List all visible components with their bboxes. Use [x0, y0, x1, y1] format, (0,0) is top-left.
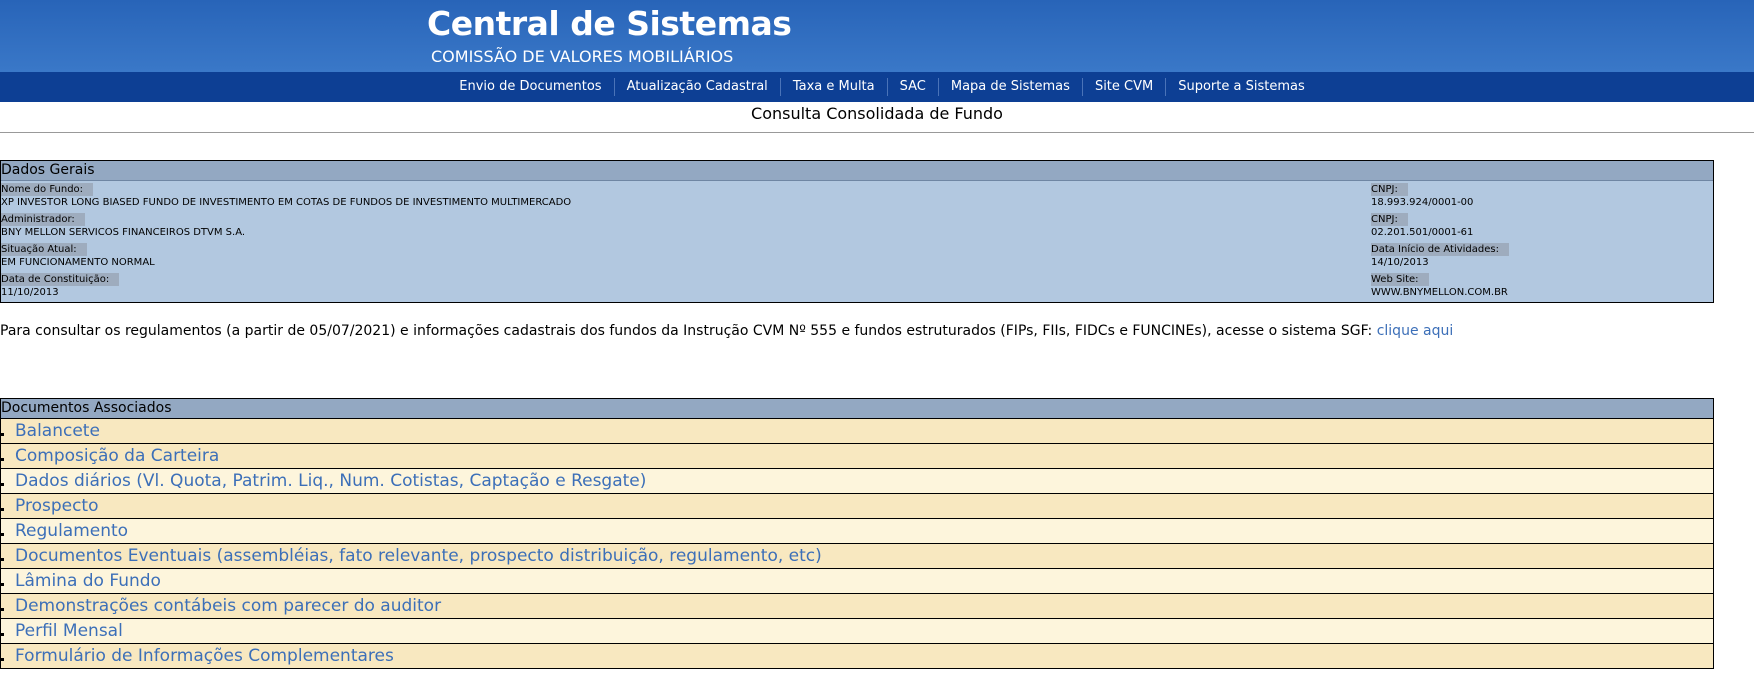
page-title: Consulta Consolidada de Fundo: [751, 104, 1003, 123]
cnpj-admin-value: 02.201.501/0001-61: [1371, 227, 1474, 238]
doc-row: Demonstrações contábeis com parecer do a…: [1, 594, 1713, 619]
doc-link-balancete[interactable]: Balancete: [15, 419, 100, 443]
situacao-label: Situação Atual:: [1, 243, 87, 256]
inicio-atividades-label: Data Início de Atividades:: [1371, 243, 1509, 256]
constituicao-label: Data de Constituição:: [1, 273, 120, 286]
nav-atualizacao-cadastral[interactable]: Atualização Cadastral: [613, 78, 780, 96]
nav-mapa-sistemas[interactable]: Mapa de Sistemas: [937, 78, 1082, 96]
sgf-info-text: Para consultar os regulamentos (a partir…: [0, 323, 1377, 339]
website-value[interactable]: WWW.BNYMELLON.COM.BR: [1371, 286, 1508, 299]
field-cnpj-admin: CNPJ: 02.201.501/0001-61: [1371, 213, 1473, 239]
site-title: Central de Sistemas: [427, 4, 792, 43]
doc-link-lamina-fundo[interactable]: Lâmina do Fundo: [15, 569, 161, 593]
doc-row: Perfil Mensal: [1, 619, 1713, 644]
doc-row: Documentos Eventuais (assembléias, fato …: [1, 544, 1713, 569]
bullet-icon: [1, 483, 4, 486]
nav-taxa-multa[interactable]: Taxa e Multa: [779, 78, 887, 96]
doc-link-demonstracoes-contabeis[interactable]: Demonstrações contábeis com parecer do a…: [15, 594, 441, 618]
nav-sac[interactable]: SAC: [886, 78, 938, 96]
doc-link-dados-diarios[interactable]: Dados diários (Vl. Quota, Patrim. Liq., …: [15, 469, 646, 493]
bullet-icon: [1, 558, 4, 561]
doc-row: Composição da Carteira: [1, 444, 1713, 469]
bullet-icon: [1, 433, 4, 436]
inicio-atividades-value: 14/10/2013: [1371, 257, 1429, 268]
field-situacao: Situação Atual: EM FUNCIONAMENTO NORMAL: [1, 243, 155, 269]
bullet-icon: [1, 608, 4, 611]
doc-row: Lâmina do Fundo: [1, 569, 1713, 594]
doc-row: Balancete: [1, 419, 1713, 444]
sgf-link[interactable]: clique aqui: [1377, 323, 1454, 339]
nome-fundo-value: XP INVESTOR LONG BIASED FUNDO DE INVESTI…: [1, 197, 572, 208]
doc-row: Regulamento: [1, 519, 1713, 544]
documentos-heading: Documentos Associados: [1, 399, 1713, 419]
situacao-value: EM FUNCIONAMENTO NORMAL: [1, 257, 155, 268]
doc-row: Dados diários (Vl. Quota, Patrim. Liq., …: [1, 469, 1713, 494]
nome-fundo-label: Nome do Fundo:: [1, 183, 94, 196]
header-banner: Central de Sistemas COMISSÃO DE VALORES …: [0, 0, 1754, 72]
top-nav: Envio de Documentos Atualização Cadastra…: [0, 72, 1754, 102]
bullet-icon: [1, 658, 4, 661]
dados-gerais-heading: Dados Gerais: [1, 161, 1713, 181]
administrador-label: Administrador:: [1, 213, 85, 226]
administrador-value: BNY MELLON SERVICOS FINANCEIROS DTVM S.A…: [1, 227, 246, 238]
field-constituicao: Data de Constituição: 11/10/2013: [1, 273, 120, 299]
doc-link-formulario-info-complementares[interactable]: Formulário de Informações Complementares: [15, 644, 394, 668]
field-inicio-atividades: Data Início de Atividades: 14/10/2013: [1371, 243, 1509, 269]
doc-link-documentos-eventuais[interactable]: Documentos Eventuais (assembléias, fato …: [15, 544, 822, 568]
title-divider: [0, 132, 1754, 133]
cnpj-admin-label: CNPJ:: [1371, 213, 1408, 226]
dados-gerais-panel: Dados Gerais Nome do Fundo: XP INVESTOR …: [0, 160, 1714, 303]
doc-link-perfil-mensal[interactable]: Perfil Mensal: [15, 619, 123, 643]
bullet-icon: [1, 583, 4, 586]
nav-envio-documentos[interactable]: Envio de Documentos: [447, 78, 613, 96]
cnpj-fundo-value: 18.993.924/0001-00: [1371, 197, 1474, 208]
sgf-info: Para consultar os regulamentos (a partir…: [0, 323, 1453, 339]
cnpj-fundo-label: CNPJ:: [1371, 183, 1408, 196]
field-cnpj-fundo: CNPJ: 18.993.924/0001-00: [1371, 183, 1473, 209]
field-website: Web Site: WWW.BNYMELLON.COM.BR: [1371, 273, 1508, 299]
doc-link-composicao-carteira[interactable]: Composição da Carteira: [15, 444, 219, 468]
website-label: Web Site:: [1371, 273, 1429, 286]
field-administrador: Administrador: BNY MELLON SERVICOS FINAN…: [1, 213, 245, 239]
doc-row: Formulário de Informações Complementares: [1, 644, 1713, 669]
bullet-icon: [1, 458, 4, 461]
field-nome-fundo: Nome do Fundo: XP INVESTOR LONG BIASED F…: [1, 183, 571, 209]
doc-row: Prospecto: [1, 494, 1713, 519]
nav-suporte-sistemas[interactable]: Suporte a Sistemas: [1165, 78, 1317, 96]
bullet-icon: [1, 533, 4, 536]
nav-site-cvm[interactable]: Site CVM: [1081, 78, 1165, 96]
bullet-icon: [1, 633, 4, 636]
doc-link-regulamento[interactable]: Regulamento: [15, 519, 128, 543]
doc-link-prospecto[interactable]: Prospecto: [15, 494, 99, 518]
constituicao-value: 11/10/2013: [1, 287, 59, 298]
bullet-icon: [1, 508, 4, 511]
documentos-associados-panel: Documentos Associados Balancete Composiç…: [0, 398, 1714, 669]
site-subtitle: COMISSÃO DE VALORES MOBILIÁRIOS: [431, 47, 734, 66]
